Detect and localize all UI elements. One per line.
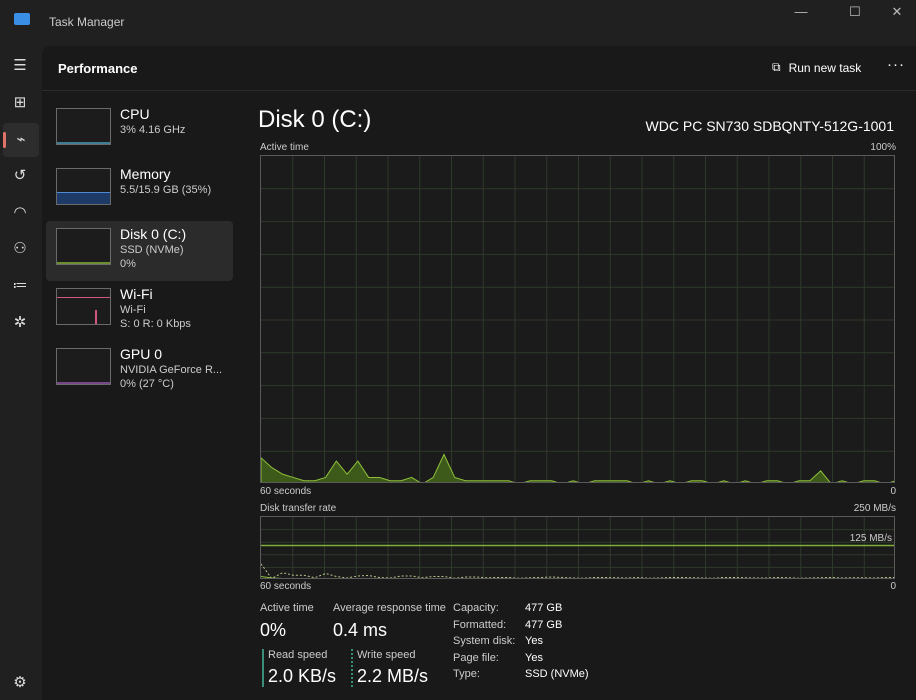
thumbnail-graph (56, 228, 111, 265)
minimize-button[interactable]: — (786, 4, 816, 22)
main-panel: Performance ⧉ Run new task ··· CPU 3% 4.1… (42, 46, 916, 700)
prop-value: 477 GB (525, 602, 563, 614)
item-detail-2: 0% (27 °C) (120, 378, 174, 390)
nav-rail: ☰ ⊞ ⌁ ↺ ◠ ⚇ ≔ ✲ ⚙ (0, 46, 42, 700)
transfer-max-label: 250 MB/s (853, 503, 896, 514)
users-icon[interactable]: ⚇ (8, 237, 32, 261)
active-max-label: 100% (870, 142, 896, 153)
window-title: Task Manager (49, 15, 125, 29)
prop-value: Yes (525, 651, 543, 664)
sidebar-item-memory[interactable]: Memory 5.5/15.9 GB (35%) (46, 161, 233, 221)
read-speed-marker (262, 649, 264, 687)
read-speed: 2.0 KB/s (268, 666, 337, 686)
write-speed: 2.2 MB/s (357, 666, 429, 686)
run-new-task-label: Run new task (788, 60, 862, 75)
prop-label: Page file: (453, 651, 499, 664)
item-detail: Wi-Fi (120, 304, 146, 316)
services-icon[interactable]: ✲ (8, 311, 32, 335)
transfer-mid-label: 125 MB/s (849, 533, 892, 544)
item-name: GPU 0 (120, 346, 163, 362)
run-new-task-button[interactable]: ⧉ Run new task (772, 60, 861, 75)
item-detail: SSD (NVMe) (120, 244, 184, 256)
app-icon (14, 13, 30, 25)
details-icon[interactable]: ≔ (8, 274, 32, 298)
sidebar-item-gpu-0[interactable]: GPU 0 NVIDIA GeForce R... 0% (27 °C) (46, 341, 233, 401)
thumbnail-graph (56, 348, 111, 385)
item-detail-2: S: 0 R: 0 Kbps (120, 318, 191, 330)
thumbnail-graph (56, 168, 111, 205)
zero-label-2: 0 (890, 581, 896, 592)
thumbnail-graph (56, 108, 111, 145)
transfer-rate-label: Disk transfer rate (260, 503, 337, 514)
item-detail: 3% 4.16 GHz (120, 124, 186, 136)
write-speed-label: Write speed (357, 649, 416, 661)
active-time-stat: 0% (260, 620, 287, 640)
sidebar-item-cpu[interactable]: CPU 3% 4.16 GHz (46, 101, 233, 161)
prop-value: 477 GB (525, 618, 563, 631)
avg-response-label: Average response time (333, 602, 446, 614)
maximize-button[interactable]: ☐ (840, 4, 870, 22)
sidebar-item-wi-fi[interactable]: Wi-Fi Wi-Fi S: 0 R: 0 Kbps (46, 281, 233, 341)
item-detail-2: 0% (120, 258, 136, 270)
header: Performance ⧉ Run new task ··· (42, 46, 916, 91)
sidebar-item-disk-0-c-[interactable]: Disk 0 (C:) SSD (NVMe) 0% (46, 221, 233, 281)
time-span-label-2: 60 seconds (260, 581, 312, 592)
active-time-label: Active time (260, 142, 309, 153)
active-indicator (3, 132, 6, 148)
item-name: Disk 0 (C:) (120, 226, 187, 242)
transfer-rate-graph (260, 516, 895, 579)
zero-label: 0 (890, 486, 896, 497)
item-name: Memory (120, 166, 171, 182)
item-name: Wi-Fi (120, 286, 153, 302)
processes-icon[interactable]: ⊞ (8, 91, 32, 115)
prop-label: System disk: (453, 635, 516, 647)
page-title: Performance (58, 61, 138, 76)
write-speed-marker (351, 649, 353, 687)
settings-icon[interactable]: ⚙ (8, 671, 32, 695)
more-options-button[interactable]: ··· (887, 56, 905, 73)
prop-label: Formatted: (453, 618, 507, 631)
avg-response-stat: 0.4 ms (333, 620, 388, 640)
thumbnail-graph (56, 288, 111, 325)
prop-value: SSD (NVMe) (525, 668, 589, 680)
time-span-label: 60 seconds (260, 486, 312, 497)
disk-title: Disk 0 (C:) (258, 106, 372, 133)
active-time-stat-label: Active time (260, 602, 314, 614)
read-speed-label: Read speed (268, 649, 328, 661)
close-button[interactable]: ✕ (882, 4, 912, 22)
startup-apps-icon[interactable]: ◠ (8, 201, 32, 225)
title-bar: Task Manager — ☐ ✕ (0, 0, 916, 46)
item-detail: 5.5/15.9 GB (35%) (120, 184, 212, 196)
item-detail: NVIDIA GeForce R... (120, 364, 223, 376)
active-time-graph (260, 155, 895, 483)
disk-model: WDC PC SN730 SDBQNTY-512G-1001 (645, 118, 894, 134)
item-name: CPU (120, 106, 150, 122)
app-history-icon[interactable]: ↺ (8, 164, 32, 188)
prop-value: Yes (525, 635, 543, 647)
hamburger-menu-icon[interactable]: ☰ (8, 54, 32, 78)
performance-icon[interactable]: ⌁ (3, 123, 39, 157)
prop-label: Type: (453, 668, 480, 680)
prop-label: Capacity: (453, 602, 499, 614)
run-task-icon: ⧉ (772, 60, 781, 74)
